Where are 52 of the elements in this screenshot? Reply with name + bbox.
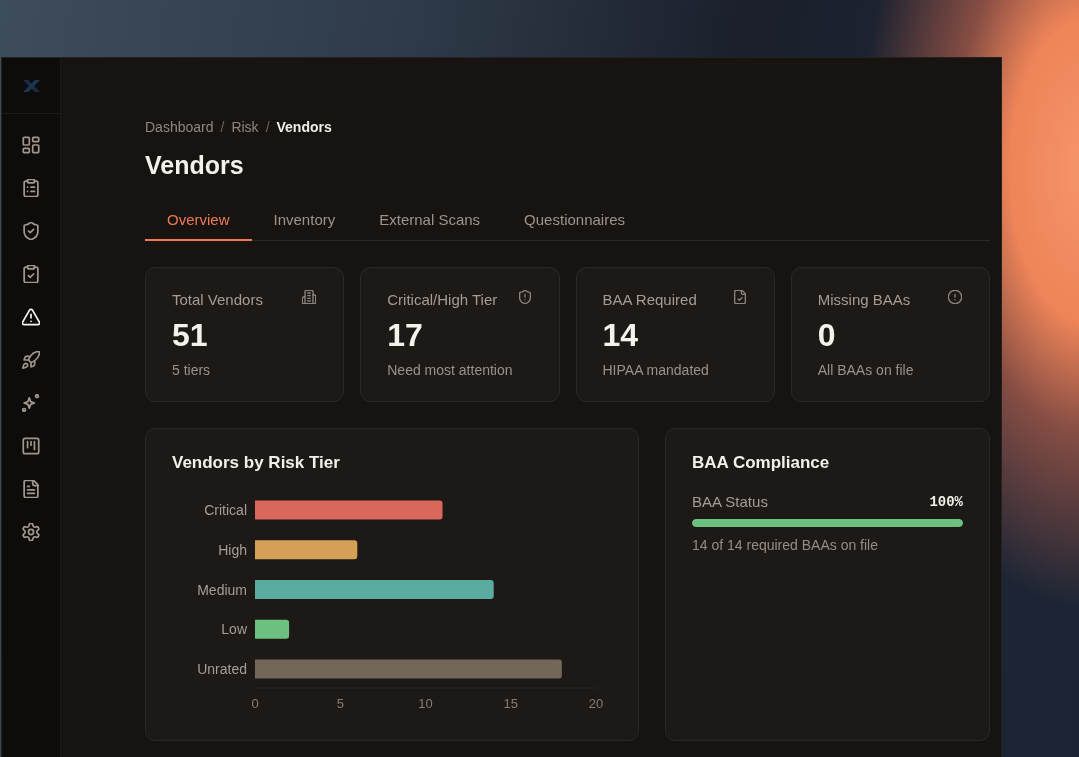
- stat-value: 17: [387, 317, 423, 353]
- axis-tick-label: 10: [418, 695, 433, 711]
- card-title: BAA Compliance: [692, 452, 830, 474]
- shield-check-icon: [22, 221, 40, 240]
- rocket-icon: [22, 350, 40, 369]
- axis-tick-label: 20: [588, 695, 604, 711]
- tab[interactable]: External Scans: [357, 200, 503, 241]
- stat-note: 5 tiers: [172, 361, 211, 379]
- breadcrumb-separator: /: [265, 118, 270, 136]
- axis-tick-label: 0: [251, 695, 259, 711]
- tab[interactable]: Inventory: [251, 200, 358, 241]
- stat-label: Total Vendors: [172, 291, 263, 309]
- dashboard-icon: [22, 135, 40, 154]
- tab[interactable]: Overview: [145, 200, 252, 241]
- stat-value: 51: [172, 317, 208, 353]
- document-icon: [22, 479, 40, 498]
- stat-note: HIPAA mandated: [602, 361, 709, 379]
- clipboard-list-icon: [22, 178, 40, 197]
- status-label: BAA Status: [692, 492, 768, 512]
- breadcrumb-item[interactable]: Dashboard: [145, 118, 214, 136]
- stat-note: Need most attention: [387, 361, 513, 379]
- category-label: Low: [221, 621, 247, 638]
- kanban-board-icon: [22, 436, 40, 455]
- status-percent: 100%: [929, 493, 963, 512]
- settings-icon: [22, 522, 40, 541]
- tab[interactable]: Questionnaires: [502, 200, 647, 241]
- category-label: Critical: [204, 502, 247, 518]
- category-label: Unrated: [197, 661, 247, 677]
- file-check-icon: [732, 290, 747, 304]
- warning-icon: [22, 307, 40, 326]
- stat-label: Critical/High Tier: [387, 291, 498, 309]
- axis-tick-label: 15: [503, 695, 518, 711]
- compliance-note: 14 of 14 required BAAs on file: [692, 536, 878, 554]
- breadcrumb-separator: /: [220, 118, 225, 136]
- breadcrumb-item: Vendors: [276, 118, 332, 136]
- page-title: Vendors: [145, 150, 244, 180]
- logo-icon: [22, 79, 40, 92]
- stat-value: 0: [817, 317, 836, 353]
- sparkle-icon: [22, 393, 40, 412]
- category-label: High: [218, 541, 247, 558]
- stat-value: 14: [602, 317, 639, 353]
- stat-note: All BAAs on file: [817, 361, 914, 379]
- card-title: Vendors by Risk Tier: [172, 452, 340, 474]
- stat-label: Missing BAAs: [817, 291, 911, 309]
- building-icon: [302, 290, 317, 304]
- shield-alert-icon: [517, 290, 532, 304]
- axis-tick-label: 5: [336, 695, 344, 711]
- breadcrumb-item[interactable]: Risk: [231, 118, 259, 136]
- category-label: Medium: [197, 581, 247, 598]
- stat-label: BAA Required: [602, 291, 697, 309]
- bar: [255, 619, 290, 639]
- clipboard-check-icon: [22, 264, 40, 283]
